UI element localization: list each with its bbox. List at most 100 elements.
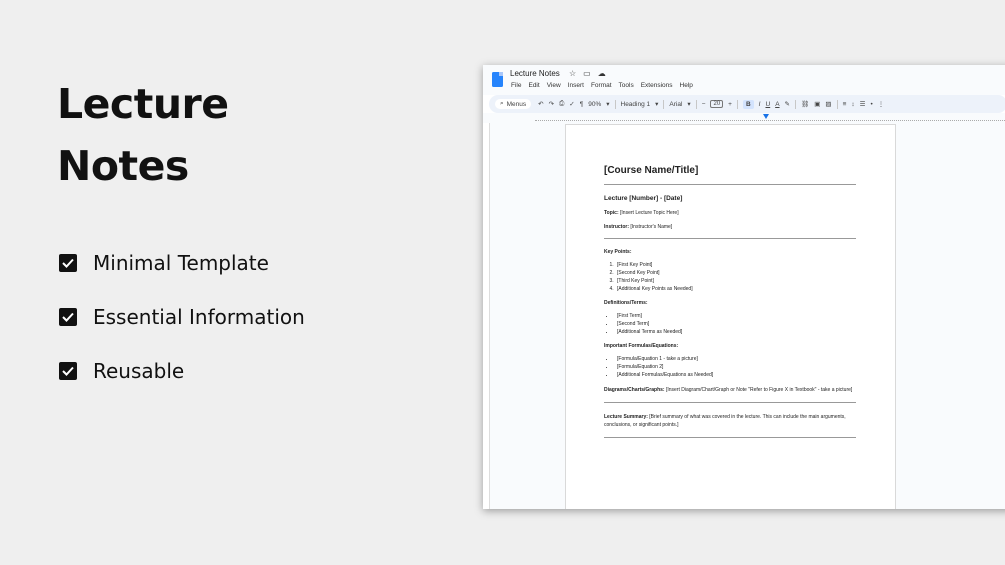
menu-file[interactable]: File — [511, 82, 521, 89]
search-icon: ⌕ — [500, 100, 504, 107]
toolbar-divider — [663, 99, 665, 109]
font-size-input[interactable]: 20 — [710, 100, 724, 108]
feature-item: Reusable — [59, 344, 305, 398]
menu-insert[interactable]: Insert — [568, 82, 584, 89]
text-color-button[interactable]: A — [775, 101, 779, 108]
title-bar: Lecture Notes ☆ ▭ ☁ File Edit View Inser… — [483, 65, 1005, 95]
font-size-increase-button[interactable]: + — [728, 101, 732, 108]
star-icon[interactable]: ☆ — [569, 69, 576, 78]
menu-help[interactable]: Help — [680, 82, 693, 89]
style-select[interactable]: Heading 1 — [621, 101, 651, 108]
docs-window: Lecture Notes ☆ ▭ ☁ File Edit View Inser… — [483, 65, 1005, 509]
line-spacing-icon[interactable]: ↕ — [851, 101, 854, 108]
menu-tools[interactable]: Tools — [619, 82, 634, 89]
zoom-select[interactable]: 90% — [588, 101, 601, 108]
topic-label: Topic: — [604, 210, 619, 216]
menu-format[interactable]: Format — [591, 82, 612, 89]
font-select[interactable]: Arial — [669, 101, 682, 108]
list-item: [Second Key Point] — [615, 269, 856, 277]
font-size-decrease-button[interactable]: − — [702, 101, 706, 108]
checklist-icon[interactable]: ☰ — [860, 100, 866, 108]
undo-icon[interactable]: ↶ — [538, 100, 543, 108]
highlight-icon[interactable]: ✎ — [785, 100, 790, 108]
key-points-list: [First Key Point] [Second Key Point] [Th… — [615, 261, 856, 293]
menu-bar: File Edit View Insert Format Tools Exten… — [511, 82, 693, 89]
numbered-list-icon[interactable]: ⋮ — [878, 100, 885, 108]
image-icon[interactable]: ▨ — [825, 100, 831, 108]
hero-title-line1: Lecture — [57, 80, 229, 128]
list-item: [Second Term] — [615, 320, 856, 328]
toolbar: ⌕ Menus ↶ ↷ ⎙ ✓ ¶ 90% ▾ Heading 1 ▾ Aria… — [489, 95, 1005, 113]
doc-title: [Course Name/Title] — [604, 165, 699, 176]
feature-item: Minimal Template — [59, 236, 305, 290]
toolbar-divider — [794, 99, 796, 109]
list-item: [Additional Key Points as Needed] — [615, 285, 856, 293]
toolbar-divider — [614, 99, 616, 109]
feature-list: Minimal Template Essential Information R… — [59, 236, 305, 398]
list-item: [Formula/Equation 1 - take a picture] — [615, 355, 856, 363]
bold-button[interactable]: B — [742, 99, 754, 109]
spellcheck-icon[interactable]: ✓ — [569, 100, 574, 108]
redo-icon[interactable]: ↷ — [549, 100, 554, 108]
feature-label: Reusable — [93, 359, 185, 383]
topic-line: Topic: [Insert Lecture Topic Here] — [604, 210, 856, 216]
search-menus-label: Menus — [506, 100, 527, 108]
summary-paragraph: Lecture Summary: [Brief summary of what … — [604, 413, 856, 429]
bulleted-list-icon[interactable]: • — [870, 101, 872, 108]
diagrams-value: [Insert Diagram/Chart/Graph or Note "Ref… — [664, 387, 853, 393]
title-icons: ☆ ▭ ☁ — [569, 69, 606, 78]
instructor-line: Instructor: [Instructor's Name] — [604, 224, 856, 230]
comment-icon[interactable]: ▣ — [814, 100, 820, 108]
lecture-heading: Lecture [Number] - [Date] — [604, 195, 683, 202]
instructor-value: [Instructor's Name] — [629, 224, 673, 230]
chevron-down-icon: ▾ — [606, 101, 610, 108]
checkbox-checked-icon — [59, 254, 77, 272]
divider — [604, 238, 856, 239]
divider — [604, 402, 856, 403]
diagrams-paragraph: Diagrams/Charts/Graphs: [Insert Diagram/… — [604, 386, 856, 394]
list-item: [First Term] — [615, 312, 856, 320]
menu-view[interactable]: View — [547, 82, 561, 89]
topic-value: [Insert Lecture Topic Here] — [618, 210, 679, 216]
italic-button[interactable]: I — [759, 101, 761, 108]
key-points-heading: Key Points: — [604, 249, 632, 255]
toolbar-divider — [836, 99, 838, 109]
document-page[interactable]: [Course Name/Title] Lecture [Number] - [… — [565, 124, 896, 509]
menu-extensions[interactable]: Extensions — [641, 82, 673, 89]
hero-title-line2: Notes — [57, 142, 189, 190]
indent-marker-icon[interactable] — [763, 114, 769, 119]
feature-item: Essential Information — [59, 290, 305, 344]
feature-label: Minimal Template — [93, 251, 269, 275]
list-item: [First Key Point] — [615, 261, 856, 269]
document-title[interactable]: Lecture Notes — [510, 69, 560, 78]
search-menus[interactable]: ⌕ Menus — [495, 99, 532, 109]
underline-button[interactable]: U — [765, 101, 770, 108]
ruler[interactable] — [483, 113, 1005, 123]
link-icon[interactable]: ⛓ — [801, 100, 809, 108]
move-folder-icon[interactable]: ▭ — [583, 69, 591, 78]
divider — [604, 437, 856, 438]
formulas-list: [Formula/Equation 1 - take a picture] [F… — [615, 355, 856, 379]
paint-format-icon[interactable]: ¶ — [580, 101, 584, 108]
checkbox-checked-icon — [59, 308, 77, 326]
hero-title: Lecture Notes — [57, 73, 229, 197]
docs-logo-icon[interactable] — [492, 72, 503, 87]
checkbox-checked-icon — [59, 362, 77, 380]
menu-edit[interactable]: Edit — [528, 82, 539, 89]
feature-label: Essential Information — [93, 305, 305, 329]
list-item: [Additional Formulas/Equations as Needed… — [615, 371, 856, 379]
list-item: [Third Key Point] — [615, 277, 856, 285]
document-body: [Course Name/Title] Lecture [Number] - [… — [604, 165, 856, 448]
ruler-scale — [535, 116, 1005, 121]
toolbar-divider — [736, 99, 738, 109]
print-icon[interactable]: ⎙ — [559, 100, 564, 108]
document-canvas: [Course Name/Title] Lecture [Number] - [… — [489, 123, 1005, 509]
cloud-status-icon[interactable]: ☁ — [598, 69, 606, 78]
terms-heading: Definitions/Terms: — [604, 300, 648, 306]
align-icon[interactable]: ≡ — [843, 101, 847, 108]
terms-list: [First Term] [Second Term] [Additional T… — [615, 312, 856, 336]
list-item: [Additional Terms as Needed] — [615, 328, 856, 336]
chevron-down-icon: ▾ — [655, 101, 659, 108]
list-item: [Formula/Equation 2] — [615, 363, 856, 371]
summary-label: Lecture Summary: — [604, 414, 648, 420]
